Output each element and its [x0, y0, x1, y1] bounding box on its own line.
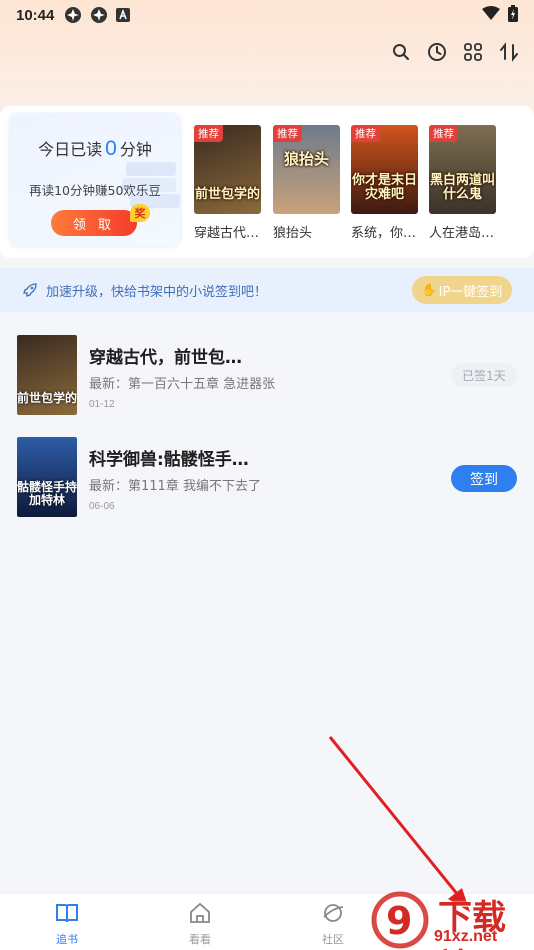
book-icon: [55, 902, 79, 928]
nav-label: 追书: [56, 933, 78, 946]
recommend-tag: 推荐: [429, 125, 458, 142]
toolbar: [390, 38, 520, 66]
book-cover: 前世包学的: [17, 335, 77, 415]
status-time: 10:44: [16, 6, 55, 24]
nav-item-community[interactable]: 社区: [303, 902, 363, 947]
reading-time-card: 今日已读 0 分钟 再读10分钟赚50欢乐豆 领 取 奖: [10, 114, 180, 246]
recommend-tag: 推荐: [273, 125, 302, 142]
nav-label: 社区: [322, 933, 344, 946]
app-icon: [90, 6, 108, 24]
search-icon[interactable]: [390, 41, 412, 63]
book-name: 狼抬头: [273, 226, 313, 241]
book-cover: 推荐 前世包学的: [194, 125, 261, 214]
battery-icon: [508, 4, 518, 26]
book-title: 穿越古代，前世包…: [89, 348, 242, 368]
cover-title: 你才是末日灾难吧: [351, 173, 417, 202]
recommended-book[interactable]: 推荐 狼抬头 狼抬头: [273, 125, 340, 241]
sign-banner-text: 加速升级，快给书架中的小说签到吧！: [46, 284, 268, 300]
sign-banner: 加速升级，快给书架中的小说签到吧！ ✋ IP一键签到: [0, 268, 534, 312]
book-name: 系统，你…: [351, 226, 417, 241]
book-cover: 推荐 黑白两道叫什么鬼: [429, 125, 496, 214]
cover-title: 狼抬头: [283, 150, 329, 168]
wifi-icon: [482, 6, 500, 24]
book-cover: 推荐 狼抬头: [273, 125, 340, 214]
signed-status-badge: 已签1天: [451, 363, 517, 387]
cover-title: 黑白两道叫什么鬼: [429, 173, 495, 202]
one-click-sign-button[interactable]: ✋ IP一键签到: [412, 276, 512, 304]
reading-time-title: 今日已读 0 分钟: [10, 136, 180, 161]
history-icon[interactable]: [426, 41, 448, 63]
planet-icon: [321, 902, 345, 928]
latest-chapter: 最新：第一百六十五章 急进器张: [89, 377, 276, 392]
shelf-book-item[interactable]: 骷髅怪手持加特林 科学御兽:骷髅怪手… 最新：第111章 我编不下去了 06-0…: [0, 437, 534, 519]
reading-suffix: 分钟: [119, 140, 152, 159]
sign-in-button[interactable]: 签到: [451, 465, 517, 492]
hand-icon: ✋: [421, 283, 437, 297]
shelf-book-item[interactable]: 前世包学的 穿越古代，前世包… 最新：第一百六十五章 急进器张 01-12 已签…: [0, 335, 534, 417]
cover-title: 前世包学的: [194, 187, 260, 202]
latest-chapter: 最新：第111章 我编不下去了: [89, 479, 261, 494]
font-icon: [116, 8, 131, 22]
recommended-book[interactable]: 推荐 黑白两道叫什么鬼 人在港岛…: [429, 125, 496, 241]
nav-item-browse[interactable]: 看看: [170, 902, 230, 947]
reward-badge: 奖: [130, 204, 150, 222]
claim-button[interactable]: 领 取: [51, 210, 137, 236]
recommend-tag: 推荐: [194, 125, 223, 142]
rocket-icon: [22, 282, 38, 298]
reading-prefix: 今日已读: [38, 140, 103, 159]
reading-minutes: 0: [105, 137, 117, 160]
sort-icon[interactable]: [498, 41, 520, 63]
app-icon: [64, 6, 82, 24]
reading-reward-text: 再读10分钟赚50欢乐豆: [29, 183, 161, 198]
cover-title: 前世包学的: [17, 391, 77, 405]
grid-icon[interactable]: [462, 41, 484, 63]
update-date: 06-06: [89, 501, 115, 512]
book-name: 人在港岛…: [429, 226, 495, 241]
update-date: 01-12: [89, 399, 115, 410]
nav-label: 看看: [189, 933, 211, 946]
book-title: 科学御兽:骷髅怪手…: [89, 450, 249, 470]
cover-title: 骷髅怪手持加特林: [17, 480, 77, 507]
book-cover: 骷髅怪手持加特林: [17, 437, 77, 517]
recommended-book[interactable]: 推荐 前世包学的 穿越古代…: [194, 125, 261, 241]
home-icon: [188, 902, 212, 928]
book-cover: 推荐 你才是末日灾难吧: [351, 125, 418, 214]
one-click-sign-label: IP一键签到: [438, 284, 503, 300]
reading-panel: 今日已读 0 分钟 再读10分钟赚50欢乐豆 领 取 奖 推荐 前世包学的 穿越古代…: [0, 106, 534, 258]
nav-item-follow[interactable]: 追书: [37, 902, 97, 947]
bottom-nav: 追书 看看 社区: [0, 893, 534, 950]
book-name: 穿越古代…: [194, 226, 260, 241]
recommend-tag: 推荐: [351, 125, 380, 142]
recommended-book[interactable]: 推荐 你才是末日灾难吧 系统，你…: [351, 125, 418, 241]
status-bar: 10:44: [0, 0, 534, 30]
